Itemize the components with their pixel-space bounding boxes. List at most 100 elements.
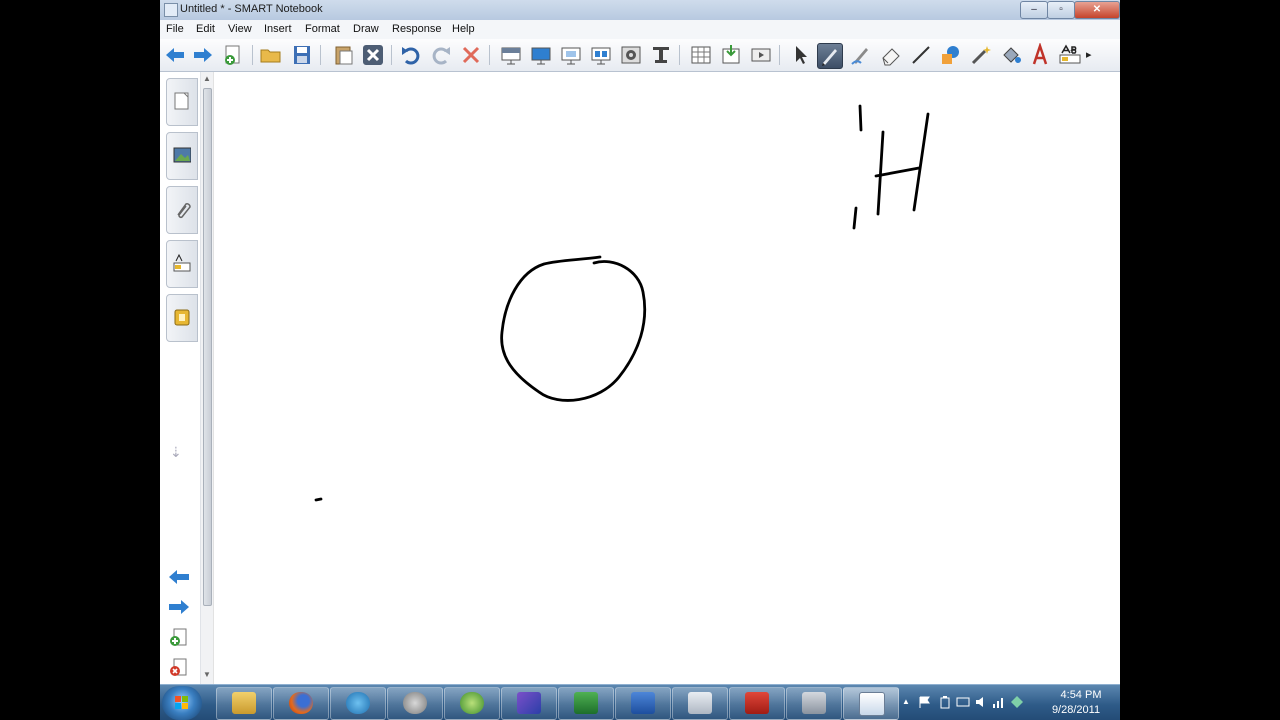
full-screen-icon bbox=[531, 47, 551, 65]
taskbar-notebook-files[interactable] bbox=[786, 687, 842, 720]
save-button[interactable] bbox=[290, 43, 314, 67]
power-icon[interactable] bbox=[938, 695, 952, 709]
toolbar-separator bbox=[252, 45, 253, 65]
insert-button[interactable] bbox=[719, 43, 743, 67]
taskbar-firefox[interactable] bbox=[273, 687, 329, 720]
delete-page-button[interactable] bbox=[168, 658, 190, 678]
display-button[interactable] bbox=[589, 43, 613, 67]
maximize-button[interactable]: ▫ bbox=[1047, 1, 1075, 19]
vertical-scrollbar[interactable]: ▲ ▼ bbox=[200, 72, 213, 684]
properties-button[interactable] bbox=[1058, 43, 1082, 67]
eraser-icon bbox=[882, 48, 900, 66]
windows-explorer-icon bbox=[232, 692, 256, 714]
open-file-button[interactable] bbox=[259, 43, 283, 67]
screen-shade-icon bbox=[501, 47, 521, 65]
scroll-up-icon[interactable]: ▲ bbox=[203, 74, 211, 83]
redo-button[interactable] bbox=[429, 43, 453, 67]
add-page-side-button[interactable] bbox=[168, 628, 190, 648]
action-center-icon[interactable] bbox=[918, 695, 932, 709]
forward-button[interactable] bbox=[191, 43, 215, 67]
line-button[interactable] bbox=[909, 43, 933, 67]
taskbar-smart-notebook[interactable] bbox=[843, 687, 899, 720]
taskbar-smart-tools[interactable] bbox=[444, 687, 500, 720]
taskbar-excel[interactable] bbox=[558, 687, 614, 720]
fill-icon bbox=[1003, 47, 1021, 63]
document-camera-icon bbox=[653, 47, 669, 63]
save-icon bbox=[294, 46, 310, 64]
screen-capture-icon bbox=[621, 46, 641, 64]
toolbar: ▸ bbox=[160, 39, 1120, 72]
menu-help[interactable]: Help bbox=[452, 23, 475, 35]
gallery-tab[interactable] bbox=[166, 132, 198, 180]
paste-button[interactable] bbox=[332, 43, 356, 67]
magic-pen-button[interactable] bbox=[969, 43, 993, 67]
toolbar-separator bbox=[320, 45, 321, 65]
delete-icon bbox=[363, 45, 383, 65]
word-icon bbox=[631, 692, 655, 714]
full-screen-button[interactable] bbox=[529, 43, 553, 67]
start-button[interactable] bbox=[162, 686, 202, 720]
select-button[interactable] bbox=[789, 43, 813, 67]
toolbar-more-button[interactable]: ▸ bbox=[1086, 48, 1092, 61]
pen-button[interactable] bbox=[817, 43, 843, 69]
smart-board-tray-icon[interactable] bbox=[1010, 695, 1024, 709]
shapes-button[interactable] bbox=[939, 43, 963, 67]
clock-date[interactable]: 9/28/2011 bbox=[1036, 704, 1116, 716]
text-button[interactable] bbox=[1028, 43, 1052, 67]
display-tray-icon[interactable] bbox=[956, 695, 970, 709]
insert-icon bbox=[722, 45, 740, 64]
dual-display-icon bbox=[561, 47, 581, 65]
video-icon bbox=[751, 48, 771, 62]
screen-shade-button[interactable] bbox=[499, 43, 523, 67]
taskbar-word[interactable] bbox=[615, 687, 671, 720]
page-sorter-tab[interactable] bbox=[166, 78, 198, 126]
menu-format[interactable]: Format bbox=[305, 23, 340, 35]
eraser-button[interactable] bbox=[879, 43, 903, 67]
clock-time[interactable]: 4:54 PM bbox=[1046, 689, 1116, 701]
add-page-button[interactable] bbox=[221, 43, 245, 67]
taskbar-explorer[interactable] bbox=[216, 687, 272, 720]
addons-tab[interactable] bbox=[166, 294, 198, 342]
undo-button[interactable] bbox=[399, 43, 423, 67]
pen-icon bbox=[822, 49, 837, 66]
taskbar-globe[interactable] bbox=[387, 687, 443, 720]
toolbar-separator bbox=[679, 45, 680, 65]
scroll-thumb[interactable] bbox=[203, 88, 212, 606]
menu-draw[interactable]: Draw bbox=[353, 23, 379, 35]
menu-view[interactable]: View bbox=[228, 23, 252, 35]
scroll-down-icon[interactable]: ▼ bbox=[203, 670, 211, 679]
toolbar-separator bbox=[779, 45, 780, 65]
notebook-files-icon bbox=[802, 692, 826, 714]
close-button[interactable]: ✕ bbox=[1074, 1, 1120, 19]
table-button[interactable] bbox=[689, 43, 713, 67]
ink-tick-bottom bbox=[852, 206, 858, 230]
menu-edit[interactable]: Edit bbox=[196, 23, 215, 35]
creative-pen-button[interactable] bbox=[849, 43, 873, 67]
previous-page-button[interactable] bbox=[168, 568, 190, 588]
network-signal-icon[interactable] bbox=[992, 695, 1006, 709]
document-camera-button[interactable] bbox=[649, 43, 673, 67]
transparent-background-button[interactable] bbox=[559, 43, 583, 67]
menu-response[interactable]: Response bbox=[392, 23, 442, 35]
video-button[interactable] bbox=[749, 43, 773, 67]
delete-button[interactable] bbox=[361, 43, 385, 67]
select-icon bbox=[796, 46, 807, 64]
taskbar-network[interactable] bbox=[330, 687, 386, 720]
menu-insert[interactable]: Insert bbox=[264, 23, 292, 35]
back-button[interactable] bbox=[163, 43, 187, 67]
taskbar-acrobat[interactable] bbox=[729, 687, 785, 720]
properties-tab[interactable] bbox=[166, 240, 198, 288]
whiteboard-canvas[interactable] bbox=[213, 72, 1120, 684]
fill-button[interactable] bbox=[999, 43, 1023, 67]
minimize-button[interactable]: – bbox=[1020, 1, 1048, 19]
excel-icon bbox=[574, 692, 598, 714]
attachments-tab[interactable] bbox=[166, 186, 198, 234]
taskbar-calculator[interactable] bbox=[672, 687, 728, 720]
menu-file[interactable]: File bbox=[166, 23, 184, 35]
clear-button[interactable] bbox=[459, 43, 483, 67]
screen-capture-button[interactable] bbox=[619, 43, 643, 67]
tray-expand-button[interactable]: ▲ bbox=[902, 697, 910, 706]
volume-icon[interactable] bbox=[974, 695, 988, 709]
taskbar-visual-studio[interactable] bbox=[501, 687, 557, 720]
next-page-button[interactable] bbox=[168, 598, 190, 618]
